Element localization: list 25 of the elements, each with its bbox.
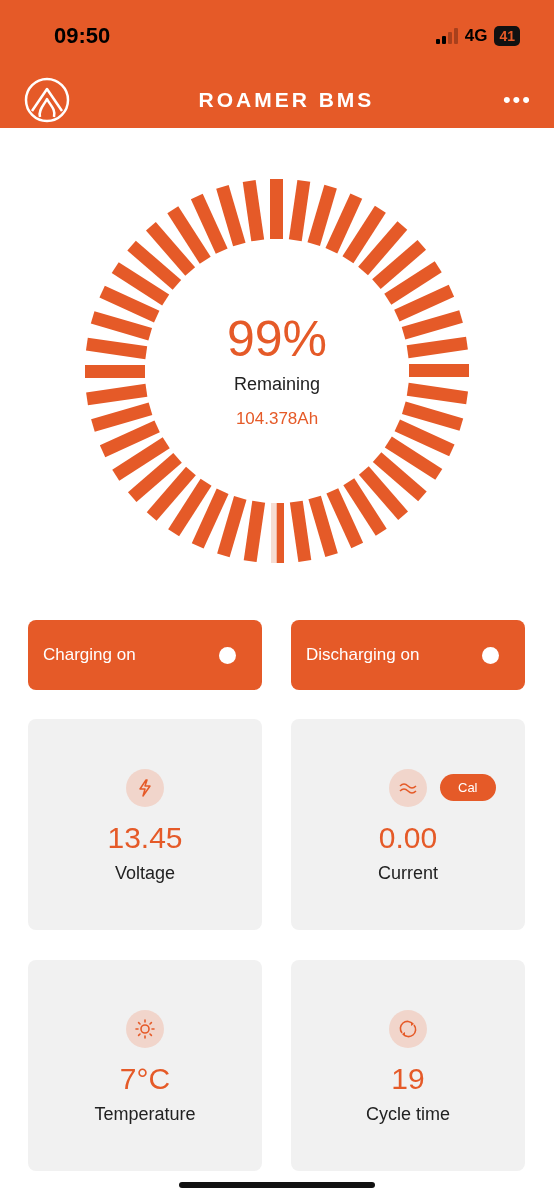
metric-label: Cycle time <box>366 1104 450 1125</box>
bolt-icon <box>126 769 164 807</box>
metric-label: Current <box>378 863 438 884</box>
charge-percent: 99% <box>226 313 328 364</box>
network-label: 4G <box>464 26 488 46</box>
app-title: ROAMER BMS <box>197 88 376 112</box>
metric-value: 0.00 <box>378 823 438 853</box>
flame-logo-icon[interactable] <box>24 77 70 123</box>
status-time: 09:50 <box>54 23 112 49</box>
metric-label: Voltage <box>114 863 176 884</box>
calibrate-button[interactable]: Cal <box>440 774 496 801</box>
metric-label: Temperature <box>94 1104 196 1125</box>
metric-value: 13.45 <box>107 823 183 853</box>
cycle-arrows-icon <box>389 1010 427 1048</box>
metric-value: 19 <box>391 1064 425 1094</box>
toggle-button[interactable]: Discharging on <box>291 620 525 690</box>
wave-icon <box>389 769 427 807</box>
sun-icon <box>126 1010 164 1048</box>
toggle-button[interactable]: Charging on <box>28 620 262 690</box>
more-menu-button[interactable]: ••• <box>502 87 532 113</box>
metric-value: 7°C <box>119 1064 171 1094</box>
capacity-value: 104.378Ah <box>235 408 319 429</box>
signal-icon <box>435 28 458 44</box>
battery-indicator: 41 <box>494 26 520 46</box>
remaining-label: Remaining <box>233 373 320 395</box>
